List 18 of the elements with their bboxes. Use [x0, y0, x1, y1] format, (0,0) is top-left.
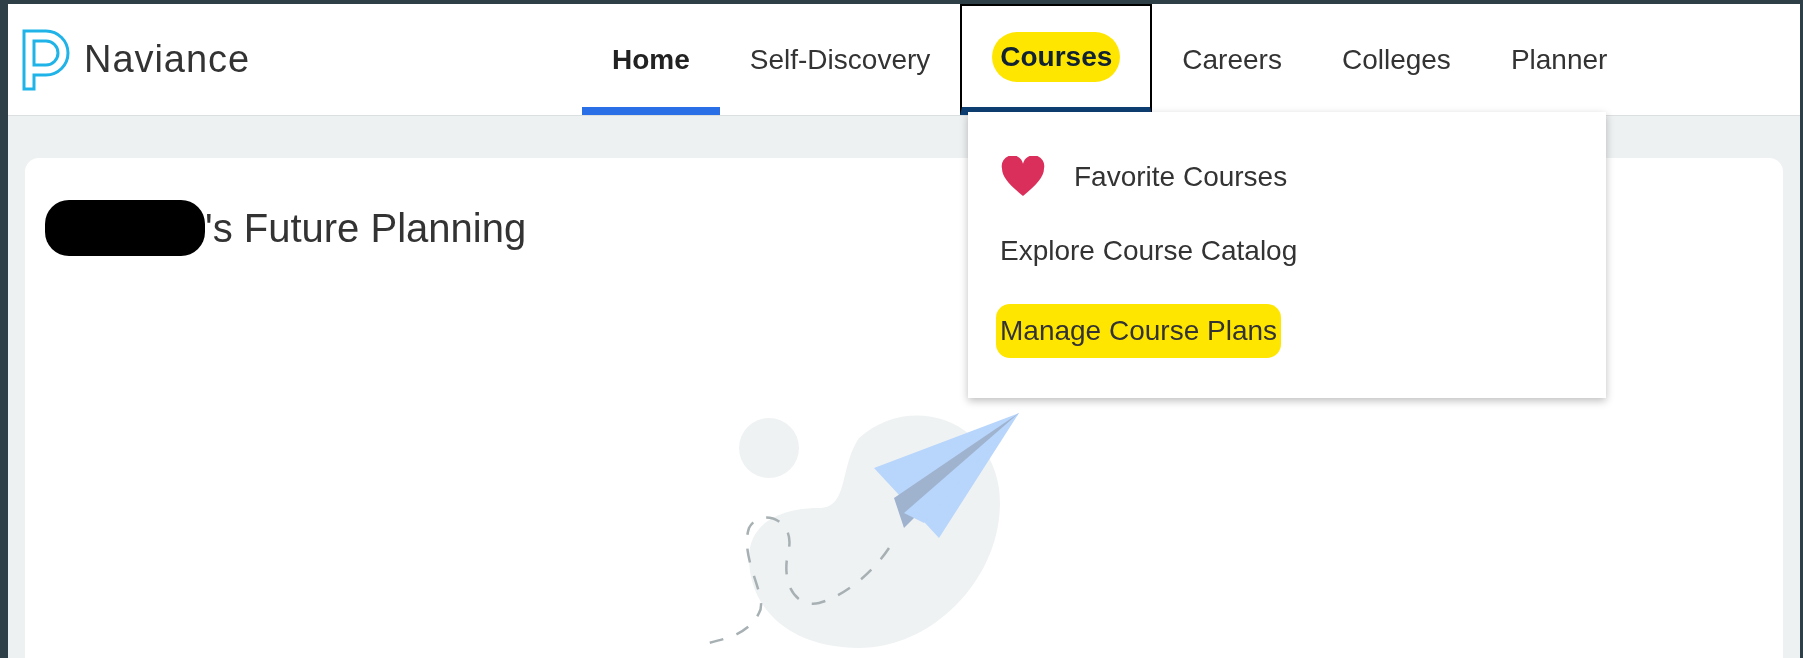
nav-label: Planner [1510, 42, 1608, 77]
menu-item[interactable]: Manage Course Plans [996, 304, 1282, 358]
logo-icon [22, 28, 70, 91]
menu-item[interactable]: Explore Course Catalog [1000, 230, 1298, 272]
nav-tab[interactable]: Home [582, 4, 720, 115]
nav-label: Self-Discovery [749, 42, 931, 77]
nav-label: Home [612, 42, 690, 77]
nav-label: Courses [992, 31, 1121, 82]
nav-tab[interactable]: Self-Discovery [719, 4, 961, 115]
nav-tab[interactable]: Planner [1480, 4, 1638, 115]
brand-name: Naviance [84, 37, 251, 82]
nav-label: Careers [1182, 42, 1282, 77]
page-title: 's Future Planning [205, 205, 527, 252]
menu-item[interactable]: Favorite Courses [1000, 156, 1288, 198]
nav-tab[interactable]: Colleges [1311, 4, 1481, 115]
heart-icon [1000, 156, 1046, 198]
nav-tab[interactable]: Careers [1152, 4, 1312, 115]
nav-label: Colleges [1341, 42, 1451, 77]
